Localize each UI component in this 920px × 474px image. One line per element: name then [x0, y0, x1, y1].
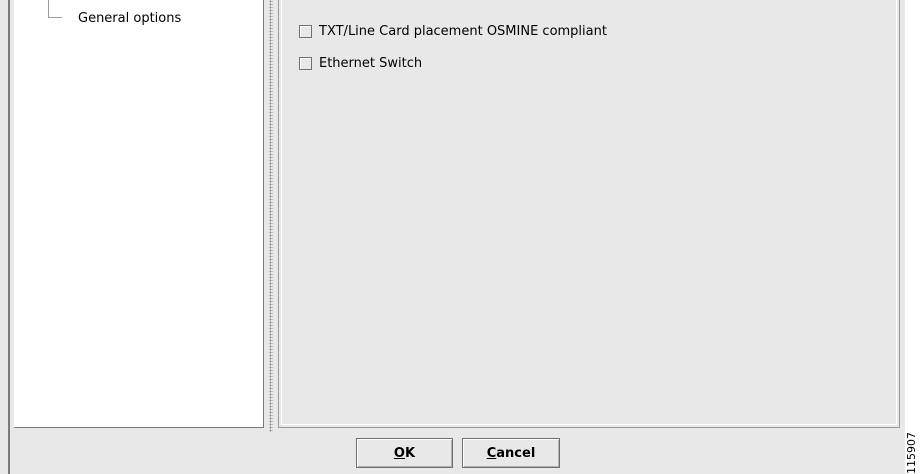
- option-osmine-compliant[interactable]: TXT/Line Card placement OSMINE compliant: [299, 24, 607, 39]
- splitter-grip: [269, 0, 273, 432]
- tree-item-general-options[interactable]: General options: [78, 11, 181, 26]
- cancel-button[interactable]: Cancel: [462, 438, 560, 468]
- window-border: [8, 0, 10, 474]
- tree-connector-line: [48, 0, 62, 18]
- osmine-compliant-checkbox[interactable]: [299, 25, 312, 38]
- option-ethernet-switch[interactable]: Ethernet Switch: [299, 56, 422, 71]
- preferences-dialog: General options TXT/Line Card placement …: [0, 0, 905, 474]
- ethernet-switch-label: Ethernet Switch: [319, 56, 423, 71]
- ok-mnemonic: O: [393, 445, 405, 461]
- split-pane-divider[interactable]: [264, 0, 278, 432]
- ethernet-switch-checkbox[interactable]: [299, 57, 312, 70]
- figure-id: 115907: [905, 424, 920, 474]
- ok-label: K: [404, 445, 416, 461]
- figure-id-text: 115907: [905, 432, 918, 474]
- cancel-mnemonic: C: [486, 445, 497, 461]
- osmine-compliant-label: TXT/Line Card placement OSMINE compliant: [319, 24, 607, 39]
- ok-button[interactable]: OK: [356, 438, 453, 468]
- options-tree: General options: [14, 0, 264, 428]
- cancel-label: ancel: [496, 445, 536, 461]
- options-panel: TXT/Line Card placement OSMINE compliant…: [278, 0, 900, 428]
